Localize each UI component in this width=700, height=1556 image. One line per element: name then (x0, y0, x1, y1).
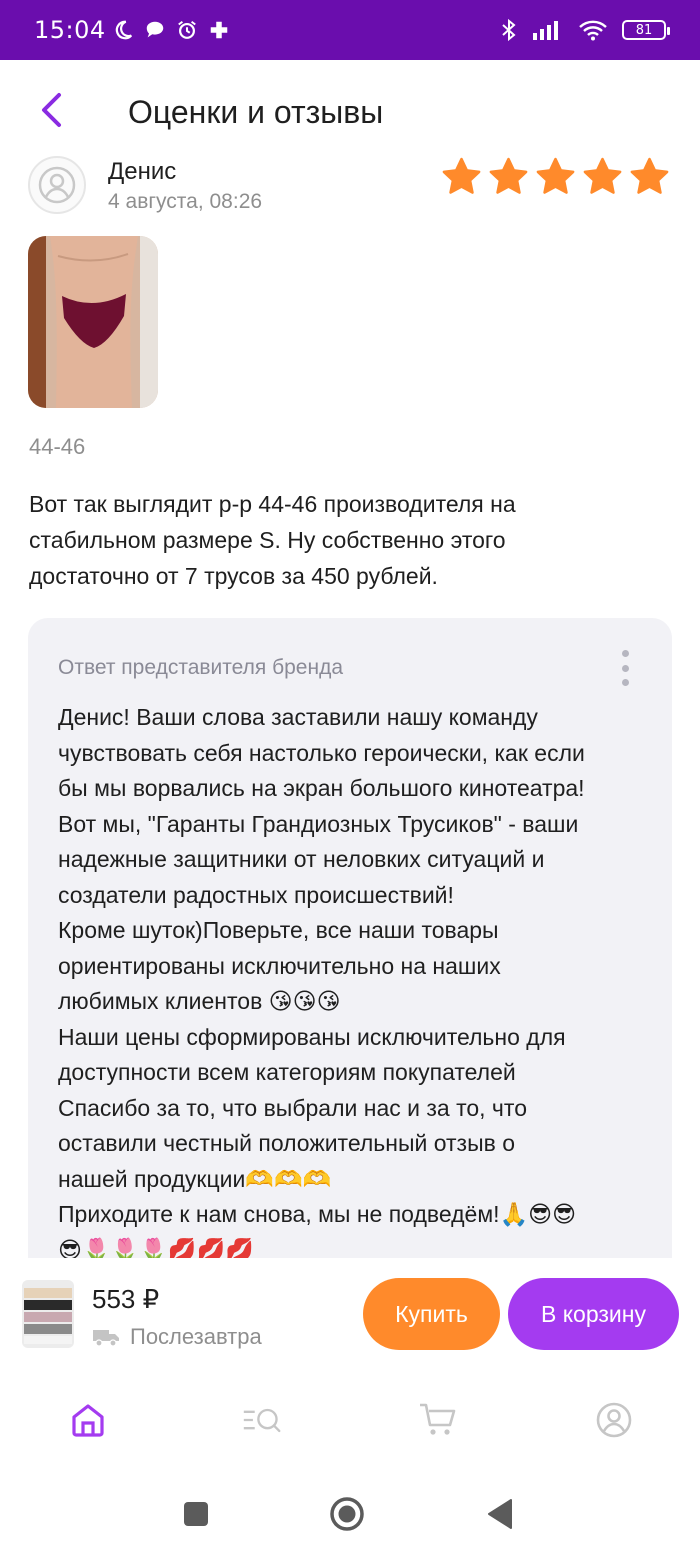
star-icon (489, 157, 528, 194)
medical-cross-icon (208, 19, 230, 41)
status-time: 15:04 (34, 16, 106, 44)
review-size: 44-46 (29, 434, 86, 459)
catalog-search-icon (243, 1408, 281, 1433)
moon-icon (112, 19, 134, 41)
bottom-navigation (0, 1370, 700, 1470)
add-to-cart-button[interactable]: В корзину (508, 1278, 679, 1350)
cart-icon (420, 1403, 456, 1435)
home-circle-icon (330, 1497, 364, 1531)
review-text: Вот так выглядит р-р 44-46 производителя… (29, 491, 516, 589)
back-button[interactable] (36, 92, 66, 128)
home-icon (72, 1404, 104, 1437)
star-icon (630, 157, 669, 194)
review-photo-image (28, 236, 158, 408)
battery-indicator: 81 (622, 20, 670, 40)
review-photo[interactable] (28, 236, 158, 408)
review-date: 4 августа, 08:26 (108, 190, 263, 213)
status-right-icons: 81 (500, 18, 670, 42)
truck-icon (93, 1330, 119, 1347)
nav-catalog[interactable] (242, 1400, 282, 1440)
nav-cart[interactable] (418, 1400, 458, 1440)
signal-icon (532, 19, 564, 41)
more-dot-icon (621, 679, 629, 686)
more-dot-icon (621, 650, 629, 657)
system-navigation (0, 1470, 700, 1556)
recents-square-icon (184, 1502, 208, 1526)
status-bar: 15:04 81 (0, 0, 700, 60)
back-system-button[interactable] (482, 1496, 518, 1532)
alarm-icon (176, 19, 198, 41)
bluetooth-icon (500, 18, 518, 42)
brand-answer-title: Ответ представителя бренда (58, 656, 344, 679)
nav-home[interactable] (68, 1400, 108, 1440)
star-icon (583, 157, 622, 194)
chevron-left-icon (42, 93, 61, 127)
more-options-button[interactable] (618, 650, 632, 686)
product-price: 553 ₽ (92, 1284, 160, 1314)
rating-stars (441, 156, 670, 197)
back-triangle-icon (488, 1499, 512, 1529)
home-system-button[interactable] (329, 1496, 365, 1532)
review-header: Денис 4 августа, 08:26 (28, 152, 672, 216)
status-left-icons (112, 19, 230, 41)
more-dot-icon (621, 664, 629, 672)
recents-button[interactable] (178, 1496, 214, 1532)
page-title: Оценки и отзывы (128, 94, 384, 130)
chat-bubble-icon (144, 19, 166, 41)
avatar (28, 156, 86, 214)
product-thumbnail[interactable] (22, 1280, 74, 1348)
brand-answer-text: Денис! Ваши слова заставили нашу команду… (58, 704, 585, 1263)
star-icon (536, 157, 575, 194)
buy-button[interactable]: Купить (363, 1278, 500, 1350)
buy-bar: 553 ₽ Послезавтра Купить В корзину (0, 1258, 700, 1370)
nav-profile[interactable] (594, 1400, 634, 1440)
delivery-info: Послезавтра (92, 1324, 262, 1350)
brand-answer-card: Ответ представителя бренда Денис! Ваши с… (28, 618, 672, 1278)
wifi-icon (578, 19, 608, 41)
user-avatar-icon (38, 166, 76, 204)
delivery-text: Послезавтра (130, 1324, 262, 1349)
profile-icon (596, 1402, 632, 1438)
app-header: Оценки и отзывы (0, 60, 700, 160)
star-icon (442, 157, 481, 194)
review-author: Денис (108, 158, 177, 185)
